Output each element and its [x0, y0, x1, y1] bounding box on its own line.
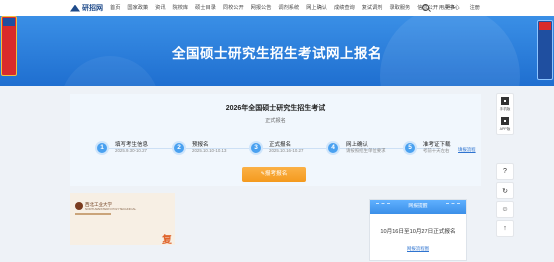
nav-item-news[interactable]: 资讯: [155, 4, 165, 11]
nav-item-admission[interactable]: 录取服务: [389, 4, 410, 11]
step-name: 正式报名: [269, 142, 292, 148]
exam-title: 2026年全国硕士研究生招生考试: [225, 105, 326, 112]
notice-header: 网报提醒: [370, 200, 466, 214]
nav-right: 用户中心 注册: [421, 4, 480, 11]
user-button[interactable]: ☺: [496, 201, 514, 218]
notice-link[interactable]: 网报流程图: [370, 246, 466, 252]
nav-item-home[interactable]: 首页: [110, 4, 120, 11]
user-center-link[interactable]: 用户中心: [439, 4, 460, 11]
step-date: 请按照招生单位要求: [346, 148, 386, 153]
step-number: 4: [326, 141, 340, 155]
decorative-stripe: [75, 213, 111, 215]
headset-icon: ↻: [502, 187, 508, 195]
qrcode-icon: [501, 96, 509, 105]
nav-item-scores[interactable]: 成绩查询: [334, 4, 355, 11]
service-button[interactable]: ↻: [496, 182, 514, 199]
brand-name: 研招网: [82, 5, 103, 12]
step-name: 填写考生信息: [115, 142, 149, 148]
step-number: 3: [249, 141, 263, 155]
university-seal-icon: [75, 202, 83, 210]
nav-item-public[interactable]: 同校公开: [223, 4, 244, 11]
logout-link[interactable]: 注册: [470, 4, 480, 11]
step-date: 2025.10.10-10.13: [192, 148, 227, 153]
nav-item-registration[interactable]: 网报公告: [251, 4, 272, 11]
step-name: 预报名: [192, 142, 209, 148]
app-version-button[interactable]: APP版: [497, 114, 513, 134]
step-name: 网上确认: [346, 142, 369, 148]
right-side-ad[interactable]: [537, 20, 553, 80]
registration-notice: 网报提醒 10月16日至10月27日正式报名 网报流程图: [369, 199, 467, 261]
arrow-up-icon: ↑: [503, 225, 507, 232]
question-icon: ?: [503, 168, 507, 175]
page-title: 全国硕士研究生招生考试网上报名: [172, 46, 382, 61]
nav-item-confirm[interactable]: 网上确认: [306, 4, 327, 11]
qrcode-icon: [501, 116, 509, 125]
nav-item-catalog[interactable]: 硕士目录: [195, 4, 216, 11]
rail-label-app: APP版: [499, 126, 511, 131]
notice-text: 10月16日至10月27日正式报名: [380, 229, 456, 235]
logo-icon: [70, 4, 80, 12]
hero-banner: 全国硕士研究生招生考试网上报名: [0, 16, 554, 86]
nav-item-policy[interactable]: 国家政策: [127, 4, 148, 11]
side-rail: 手机版 APP版: [496, 93, 514, 135]
search-icon[interactable]: [421, 4, 429, 11]
nav-item-schools[interactable]: 院校库: [173, 4, 189, 11]
step-number: 1: [95, 141, 109, 155]
promo-headline: 复: [162, 235, 172, 245]
promo-thumbnail[interactable]: 西北工业大学 NORTHWESTERN POLYTECHNICAL 复: [70, 193, 175, 245]
exam-subtitle: 正式报名: [265, 118, 286, 124]
registration-steps: 1 填写考生信息 2025.9.30-10.27 2 预报名 2025.10.1…: [95, 138, 475, 160]
apply-button[interactable]: 报考报名: [242, 167, 306, 182]
nav-item-adjust[interactable]: 调剂系统: [278, 4, 299, 11]
nav-menu: 首页 国家政策 资讯 院校库 硕士目录 同校公开 网报公告 调剂系统 网上确认 …: [110, 4, 455, 11]
step-number: 5: [403, 141, 417, 155]
mobile-version-button[interactable]: 手机版: [497, 94, 513, 114]
site-logo[interactable]: 研招网: [70, 3, 103, 13]
step-date: 2025.9.30-10.27: [115, 148, 147, 153]
user-icon: ☺: [501, 206, 509, 213]
step-date: 2025.10.16-10.27: [269, 148, 304, 153]
ad-emblem: [3, 18, 15, 26]
step-date: 考前十天左右: [423, 148, 450, 153]
back-to-top-button[interactable]: ↑: [496, 220, 514, 237]
flow-link[interactable]: 填报流程: [458, 147, 476, 153]
help-button[interactable]: ?: [496, 163, 514, 180]
step-name: 准考证下载: [423, 142, 451, 148]
top-navigation: 研招网 首页 国家政策 资讯 院校库 硕士目录 同校公开 网报公告 调剂系统 网…: [0, 0, 554, 17]
step-number: 2: [172, 141, 186, 155]
ad-emblem: [539, 22, 551, 30]
university-subtitle: NORTHWESTERN POLYTECHNICAL: [85, 207, 137, 211]
left-side-ad[interactable]: [1, 16, 17, 76]
nav-item-retest[interactable]: 复试调剂: [362, 4, 383, 11]
rail-label-mobile: 手机版: [499, 106, 511, 111]
